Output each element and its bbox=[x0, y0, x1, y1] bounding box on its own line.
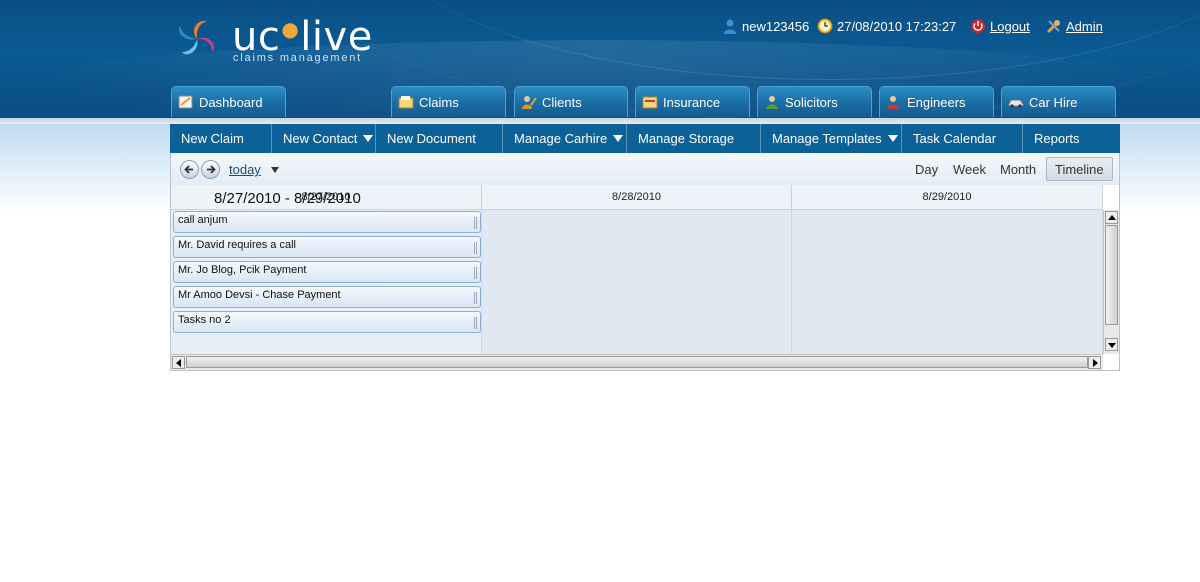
date-picker-caret-icon[interactable] bbox=[271, 167, 279, 173]
view-day-button[interactable]: Day bbox=[907, 157, 946, 181]
view-month-button[interactable]: Month bbox=[992, 157, 1044, 181]
menu-new-contact[interactable]: New Contact bbox=[272, 124, 376, 153]
admin-link[interactable]: Admin bbox=[1046, 17, 1103, 35]
menu-manage-carhire[interactable]: Manage Carhire bbox=[503, 124, 627, 153]
chevron-down-icon bbox=[613, 135, 624, 142]
current-user: new123456 bbox=[722, 17, 809, 35]
logo-pinwheel-icon bbox=[178, 20, 215, 55]
solicitors-icon bbox=[766, 96, 778, 109]
menu-reports[interactable]: Reports bbox=[1023, 124, 1120, 153]
insurance-icon bbox=[642, 96, 658, 109]
scroll-up-button[interactable] bbox=[1105, 211, 1118, 224]
date-range-label: 8/27/2010 - 8/29/2010 bbox=[214, 190, 361, 207]
menu-new-document[interactable]: New Document bbox=[376, 124, 503, 153]
previous-button[interactable] bbox=[180, 160, 199, 179]
admin-label[interactable]: Admin bbox=[1066, 19, 1103, 34]
day-column[interactable]: call anjum Mr. David requires a call Mr.… bbox=[171, 210, 482, 354]
user-icon bbox=[724, 19, 736, 34]
resize-grip-icon[interactable] bbox=[474, 317, 477, 329]
scroll-thumb[interactable] bbox=[186, 356, 1088, 368]
dashboard-icon bbox=[178, 95, 193, 109]
horizontal-scrollbar[interactable] bbox=[171, 354, 1103, 370]
clock-icon bbox=[817, 18, 833, 34]
menu-task-calendar[interactable]: Task Calendar bbox=[902, 124, 1023, 153]
resize-grip-icon[interactable] bbox=[474, 242, 477, 254]
day-header: 8/29/2010 bbox=[792, 185, 1103, 210]
current-datetime: 27/08/2010 17:23:27 bbox=[817, 17, 956, 35]
app-header: uc●live claims management new123456 27/0… bbox=[0, 0, 1200, 118]
today-link[interactable]: today bbox=[229, 162, 261, 177]
tab-insurance[interactable]: Insurance bbox=[635, 86, 750, 117]
scroll-down-button[interactable] bbox=[1105, 338, 1118, 351]
arrow-right-icon bbox=[207, 165, 216, 174]
action-menu-bar: New Claim New Contact New Document Manag… bbox=[170, 124, 1120, 153]
claims-icon bbox=[398, 96, 414, 109]
appointment[interactable]: call anjum bbox=[173, 211, 481, 233]
logo-subtitle: claims management bbox=[233, 52, 363, 64]
view-week-button[interactable]: Week bbox=[945, 157, 994, 181]
logout-link[interactable]: Logout bbox=[970, 17, 1030, 35]
tab-clients[interactable]: Clients bbox=[514, 86, 628, 117]
task-scheduler: today Day Week Month Timeline 8/27/2010 … bbox=[170, 153, 1120, 371]
menu-manage-storage[interactable]: Manage Storage bbox=[627, 124, 761, 153]
vertical-scrollbar[interactable] bbox=[1103, 210, 1119, 354]
resize-grip-icon[interactable] bbox=[474, 292, 477, 304]
appointment[interactable]: Mr. Jo Blog, Pcik Payment bbox=[173, 261, 481, 283]
view-timeline-button[interactable]: Timeline bbox=[1046, 157, 1113, 181]
arrow-left-icon bbox=[184, 165, 193, 174]
resize-grip-icon[interactable] bbox=[474, 217, 477, 229]
scroll-left-button[interactable] bbox=[172, 356, 185, 369]
clients-icon bbox=[522, 96, 537, 109]
menu-manage-templates[interactable]: Manage Templates bbox=[761, 124, 902, 153]
scroll-thumb[interactable] bbox=[1105, 225, 1118, 325]
tab-solicitors[interactable]: Solicitors bbox=[757, 86, 872, 117]
tab-dashboard[interactable]: Dashboard bbox=[171, 86, 286, 117]
appointment[interactable]: Mr Amoo Devsi - Chase Payment bbox=[173, 286, 481, 308]
scroll-right-button[interactable] bbox=[1088, 356, 1101, 369]
admin-tools-icon bbox=[1046, 20, 1060, 34]
chevron-down-icon bbox=[887, 135, 898, 142]
day-column[interactable] bbox=[482, 210, 792, 354]
logout-label[interactable]: Logout bbox=[990, 19, 1030, 34]
scheduler-toolbar: today Day Week Month Timeline bbox=[171, 153, 1119, 185]
appointment[interactable]: Tasks no 2 bbox=[173, 311, 481, 333]
power-icon bbox=[971, 19, 985, 33]
resize-grip-icon[interactable] bbox=[474, 267, 477, 279]
engineers-icon bbox=[887, 96, 899, 109]
user-name: new123456 bbox=[742, 18, 810, 34]
tab-car-hire[interactable]: Car Hire bbox=[1001, 86, 1116, 117]
day-column[interactable] bbox=[792, 210, 1103, 354]
car-icon bbox=[1008, 99, 1024, 108]
menu-new-claim[interactable]: New Claim bbox=[170, 124, 272, 153]
next-button[interactable] bbox=[201, 160, 220, 179]
datetime-text: 27/08/2010 17:23:27 bbox=[837, 18, 957, 34]
tab-engineers[interactable]: Engineers bbox=[879, 86, 994, 117]
appointment[interactable]: Mr. David requires a call bbox=[173, 236, 481, 258]
tab-claims[interactable]: Claims bbox=[391, 86, 506, 117]
chevron-down-icon bbox=[363, 135, 374, 142]
day-header: 8/28/2010 bbox=[482, 185, 792, 210]
